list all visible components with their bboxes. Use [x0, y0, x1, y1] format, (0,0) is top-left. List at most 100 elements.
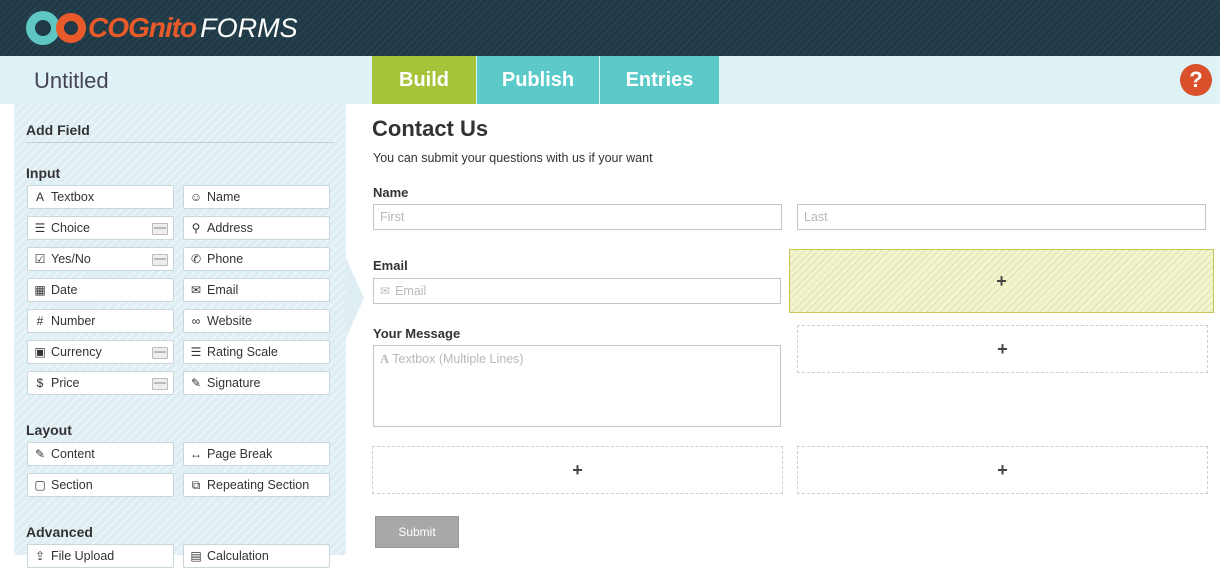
- submit-button[interactable]: Submit: [375, 516, 459, 548]
- field-label: Date: [51, 283, 78, 297]
- field-label: Currency: [51, 345, 102, 359]
- add-field-drop-zone[interactable]: +: [797, 446, 1208, 494]
- add-date-button[interactable]: ▦ Date: [27, 278, 174, 302]
- first-placeholder: First: [380, 210, 405, 224]
- sidebar-title: Add Field: [26, 122, 90, 138]
- message-label: Your Message: [373, 326, 461, 341]
- add-repeating-section-button[interactable]: ⧉ Repeating Section: [183, 473, 330, 497]
- add-rating-scale-button[interactable]: ☰ Rating Scale: [183, 340, 330, 364]
- page-break-icon: ↔: [190, 447, 202, 461]
- options-icon: [152, 254, 168, 266]
- add-currency-button[interactable]: ▣ Currency: [27, 340, 174, 364]
- sidebar-pointer: [346, 258, 364, 338]
- add-calculation-button[interactable]: ▤ Calculation: [183, 544, 330, 568]
- options-icon: [152, 347, 168, 359]
- section-advanced: Advanced: [26, 524, 93, 540]
- file-upload-icon: ⇪: [34, 549, 46, 563]
- field-label: Yes/No: [51, 252, 91, 266]
- add-price-button[interactable]: $ Price: [27, 371, 174, 395]
- options-icon: [152, 378, 168, 390]
- add-address-button[interactable]: ⚲ Address: [183, 216, 330, 240]
- form-description[interactable]: You can submit your questions with us if…: [373, 151, 653, 165]
- website-icon: ∞: [191, 314, 201, 328]
- message-placeholder: Textbox (Multiple Lines): [392, 352, 524, 366]
- first-name-field[interactable]: First: [373, 204, 782, 230]
- signature-icon: ✎: [190, 376, 202, 390]
- envelope-icon: ✉: [380, 284, 391, 298]
- add-choice-button[interactable]: ☰ Choice: [27, 216, 174, 240]
- help-icon[interactable]: ?: [1180, 64, 1212, 96]
- add-yes-no-button[interactable]: ☑ Yes/No: [27, 247, 174, 271]
- form-name[interactable]: Untitled: [34, 68, 109, 94]
- field-label: Section: [51, 478, 93, 492]
- add-signature-button[interactable]: ✎ Signature: [183, 371, 330, 395]
- logo-word: COGnito: [88, 12, 197, 43]
- field-label: Website: [207, 314, 252, 328]
- currency-icon: ▣: [34, 345, 46, 359]
- field-label: Repeating Section: [207, 478, 310, 492]
- calculation-icon: ▤: [190, 549, 202, 563]
- add-website-button[interactable]: ∞ Website: [183, 309, 330, 333]
- add-phone-button[interactable]: ✆ Phone: [183, 247, 330, 271]
- rating-scale-icon: ☰: [190, 345, 202, 359]
- field-label: Email: [207, 283, 239, 297]
- number-icon: #: [36, 314, 44, 328]
- repeating-section-icon: ⧉: [191, 477, 201, 492]
- choice-icon: ☰: [34, 221, 46, 235]
- tab-entries[interactable]: Entries: [600, 56, 719, 104]
- add-email-button[interactable]: ✉ Email: [183, 278, 330, 302]
- email-icon: ✉: [190, 283, 202, 297]
- name-icon: ☺: [189, 190, 203, 204]
- add-page-break-button[interactable]: ↔ Page Break: [183, 442, 330, 466]
- yes-no-icon: ☑: [34, 252, 46, 266]
- tab-publish[interactable]: Publish: [477, 56, 599, 104]
- cognito-forms-logo[interactable]: COGnito FORMS: [26, 10, 298, 46]
- message-field[interactable]: A Textbox (Multiple Lines): [373, 345, 781, 427]
- add-content-button[interactable]: ✎ Content: [27, 442, 174, 466]
- date-icon: ▦: [34, 283, 46, 297]
- add-file-upload-button[interactable]: ⇪ File Upload: [27, 544, 174, 568]
- field-label: Phone: [207, 252, 244, 266]
- add-name-button[interactable]: ☺ Name: [183, 185, 330, 209]
- add-field-sidebar: Add Field Input A Textbox ☺ Name ☰ Choice ⚲ Add…: [14, 104, 346, 568]
- section-input: Input: [26, 165, 61, 181]
- logo-cog-icon: [56, 13, 86, 43]
- form-title[interactable]: Contact Us: [372, 116, 488, 142]
- add-field-drop-zone[interactable]: +: [797, 325, 1208, 373]
- field-label: Price: [51, 376, 80, 390]
- field-label: Name: [207, 190, 241, 204]
- field-label: Page Break: [207, 447, 273, 461]
- email-label: Email: [373, 258, 408, 273]
- tab-build[interactable]: Build: [372, 56, 476, 104]
- textbox-icon: A: [35, 190, 44, 204]
- section-layout: Layout: [26, 422, 72, 438]
- text-icon: A: [380, 352, 390, 366]
- last-placeholder: Last: [804, 210, 828, 224]
- add-field-drop-zone[interactable]: +: [372, 446, 783, 494]
- phone-icon: ✆: [190, 252, 202, 266]
- add-number-button[interactable]: # Number: [27, 309, 174, 333]
- top-bar: COGnito FORMS: [0, 0, 1220, 56]
- add-section-button[interactable]: ▢ Section: [27, 473, 174, 497]
- field-label: Textbox: [51, 190, 95, 204]
- title-bar: Untitled Build Publish Entries ?: [0, 56, 1220, 104]
- field-label: Address: [207, 221, 253, 235]
- field-label: Calculation: [207, 549, 269, 563]
- email-placeholder: Email: [395, 284, 427, 298]
- email-field[interactable]: ✉ Email: [373, 278, 781, 304]
- logo-forms-word: FORMS: [200, 12, 298, 43]
- section-icon: ▢: [34, 478, 46, 492]
- field-label: Rating Scale: [207, 345, 278, 359]
- options-icon: [152, 223, 168, 235]
- field-label: Choice: [51, 221, 90, 235]
- field-label: File Upload: [51, 549, 115, 563]
- last-name-field[interactable]: Last: [797, 204, 1206, 230]
- logo-cog-icon: [26, 11, 60, 45]
- add-textbox-button[interactable]: A Textbox: [27, 185, 174, 209]
- name-label: Name: [373, 185, 409, 200]
- divider: [26, 142, 334, 143]
- field-label: Content: [51, 447, 95, 461]
- field-label: Signature: [207, 376, 261, 390]
- add-field-drop-zone-active[interactable]: +: [789, 249, 1214, 313]
- content-icon: ✎: [34, 447, 46, 461]
